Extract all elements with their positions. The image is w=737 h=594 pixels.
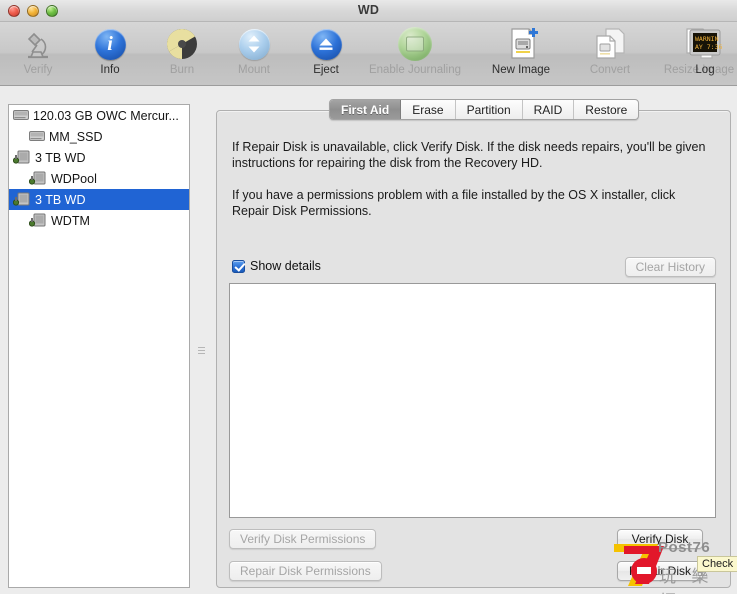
- toolbar-label-enable-journaling: Enable Journaling: [368, 64, 462, 76]
- tab-erase[interactable]: Erase: [401, 100, 456, 119]
- sidebar-splitter[interactable]: [196, 104, 208, 588]
- sidebar-item-label: 3 TB WD: [35, 150, 86, 165]
- toolbar-button-burn[interactable]: Burn: [146, 22, 218, 84]
- first-aid-log-output[interactable]: [229, 283, 716, 518]
- external-disk-icon: [13, 150, 30, 164]
- svg-text:WARNIN: WARNIN: [695, 35, 719, 43]
- verify-disk-permissions-button[interactable]: Verify Disk Permissions: [229, 529, 377, 549]
- sidebar-item-label: WDTM: [51, 213, 90, 228]
- eject-icon: [310, 26, 342, 62]
- tab-partition[interactable]: Partition: [456, 100, 523, 119]
- mount-icon: [238, 26, 270, 62]
- sidebar-item-3tb-wd-first[interactable]: 3 TB WD: [9, 147, 189, 168]
- info-icon: i: [94, 26, 126, 62]
- details-row: Show details Clear History: [232, 257, 716, 279]
- toolbar-label-eject: Eject: [313, 64, 339, 76]
- toolbar-button-new-image[interactable]: New Image: [468, 22, 574, 84]
- verify-disk-button[interactable]: Verify Disk: [617, 529, 703, 549]
- toolbar-button-info[interactable]: i Info: [74, 22, 146, 84]
- show-details-checkbox[interactable]: Show details: [232, 259, 321, 273]
- sidebar-item-owc-mercury[interactable]: 120.03 GB OWC Mercur...: [9, 105, 189, 126]
- internal-disk-icon: [13, 110, 29, 120]
- repair-disk-button[interactable]: Repair Disk: [617, 561, 703, 581]
- repair-disk-permissions-button[interactable]: Repair Disk Permissions: [229, 561, 382, 581]
- toolbar-label-burn: Burn: [169, 64, 195, 76]
- first-aid-paragraph-1: If Repair Disk is unavailable, click Ver…: [232, 140, 706, 170]
- splitter-grip-icon: [198, 347, 205, 357]
- log-console-icon: WARNIN AY 7:36: [688, 26, 722, 62]
- show-details-label: Show details: [250, 259, 321, 273]
- journaling-icon: [398, 26, 432, 62]
- tab-raid[interactable]: RAID: [523, 100, 575, 119]
- check-tooltip: Check: [697, 556, 737, 572]
- sidebar-item-3tb-wd-selected[interactable]: 3 TB WD: [9, 189, 189, 210]
- toolbar-label-log: Log: [695, 64, 715, 76]
- toolbar-label-verify: Verify: [23, 64, 53, 76]
- sidebar-item-label: 120.03 GB OWC Mercur...: [33, 108, 179, 123]
- tab-first-aid[interactable]: First Aid: [330, 100, 402, 119]
- toolbar-button-mount[interactable]: Mount: [218, 22, 290, 84]
- svg-text:AY 7:36: AY 7:36: [695, 43, 722, 51]
- external-disk-icon: [29, 171, 46, 185]
- sidebar-item-label: WDPool: [51, 171, 97, 186]
- new-image-icon: [503, 26, 539, 62]
- sidebar-item-mm-ssd[interactable]: MM_SSD: [9, 126, 189, 147]
- sidebar-item-label: 3 TB WD: [35, 192, 86, 207]
- panel-tab-bar: First Aid Erase Partition RAID Restore: [329, 99, 640, 120]
- disk-utility-window: WD Verify i Info Burn Mount Eject Enable…: [0, 0, 737, 594]
- toolbar-label-mount: Mount: [238, 64, 270, 76]
- sidebar-item-label: MM_SSD: [49, 129, 103, 144]
- microscope-icon: [21, 26, 55, 62]
- sidebar-item-wdtm[interactable]: WDTM: [9, 210, 189, 231]
- toolbar-button-convert[interactable]: Convert: [574, 22, 646, 84]
- toolbar-button-eject[interactable]: Eject: [290, 22, 362, 84]
- convert-icon: [592, 26, 628, 62]
- sidebar-item-wdpool[interactable]: WDPool: [9, 168, 189, 189]
- toolbar-label-new-image: New Image: [491, 64, 551, 76]
- toolbar-button-enable-journaling[interactable]: Enable Journaling: [362, 22, 468, 84]
- window-title: WD: [357, 3, 380, 17]
- internal-disk-icon: [29, 131, 45, 141]
- tab-restore[interactable]: Restore: [574, 100, 638, 119]
- checkmark-icon: [232, 259, 245, 273]
- toolbar-button-log[interactable]: WARNIN AY 7:36 Log: [677, 22, 733, 84]
- toolbar-label-info: Info: [100, 64, 120, 76]
- main-toolbar: Verify i Info Burn Mount Eject Enable Jo…: [0, 22, 737, 86]
- clear-history-button[interactable]: Clear History: [624, 257, 716, 277]
- first-aid-panel: First Aid Erase Partition RAID Restore I…: [216, 99, 731, 588]
- first-aid-paragraph-2: If you have a permissions problem with a…: [232, 188, 676, 218]
- window-titlebar: WD: [0, 0, 737, 22]
- burn-icon: [166, 26, 198, 62]
- external-disk-icon: [29, 213, 46, 227]
- toolbar-label-convert: Convert: [589, 64, 631, 76]
- external-disk-icon: [13, 192, 30, 206]
- disk-list-sidebar[interactable]: 120.03 GB OWC Mercur... MM_SSD 3 TB WD W…: [8, 104, 190, 588]
- toolbar-button-verify[interactable]: Verify: [2, 22, 74, 84]
